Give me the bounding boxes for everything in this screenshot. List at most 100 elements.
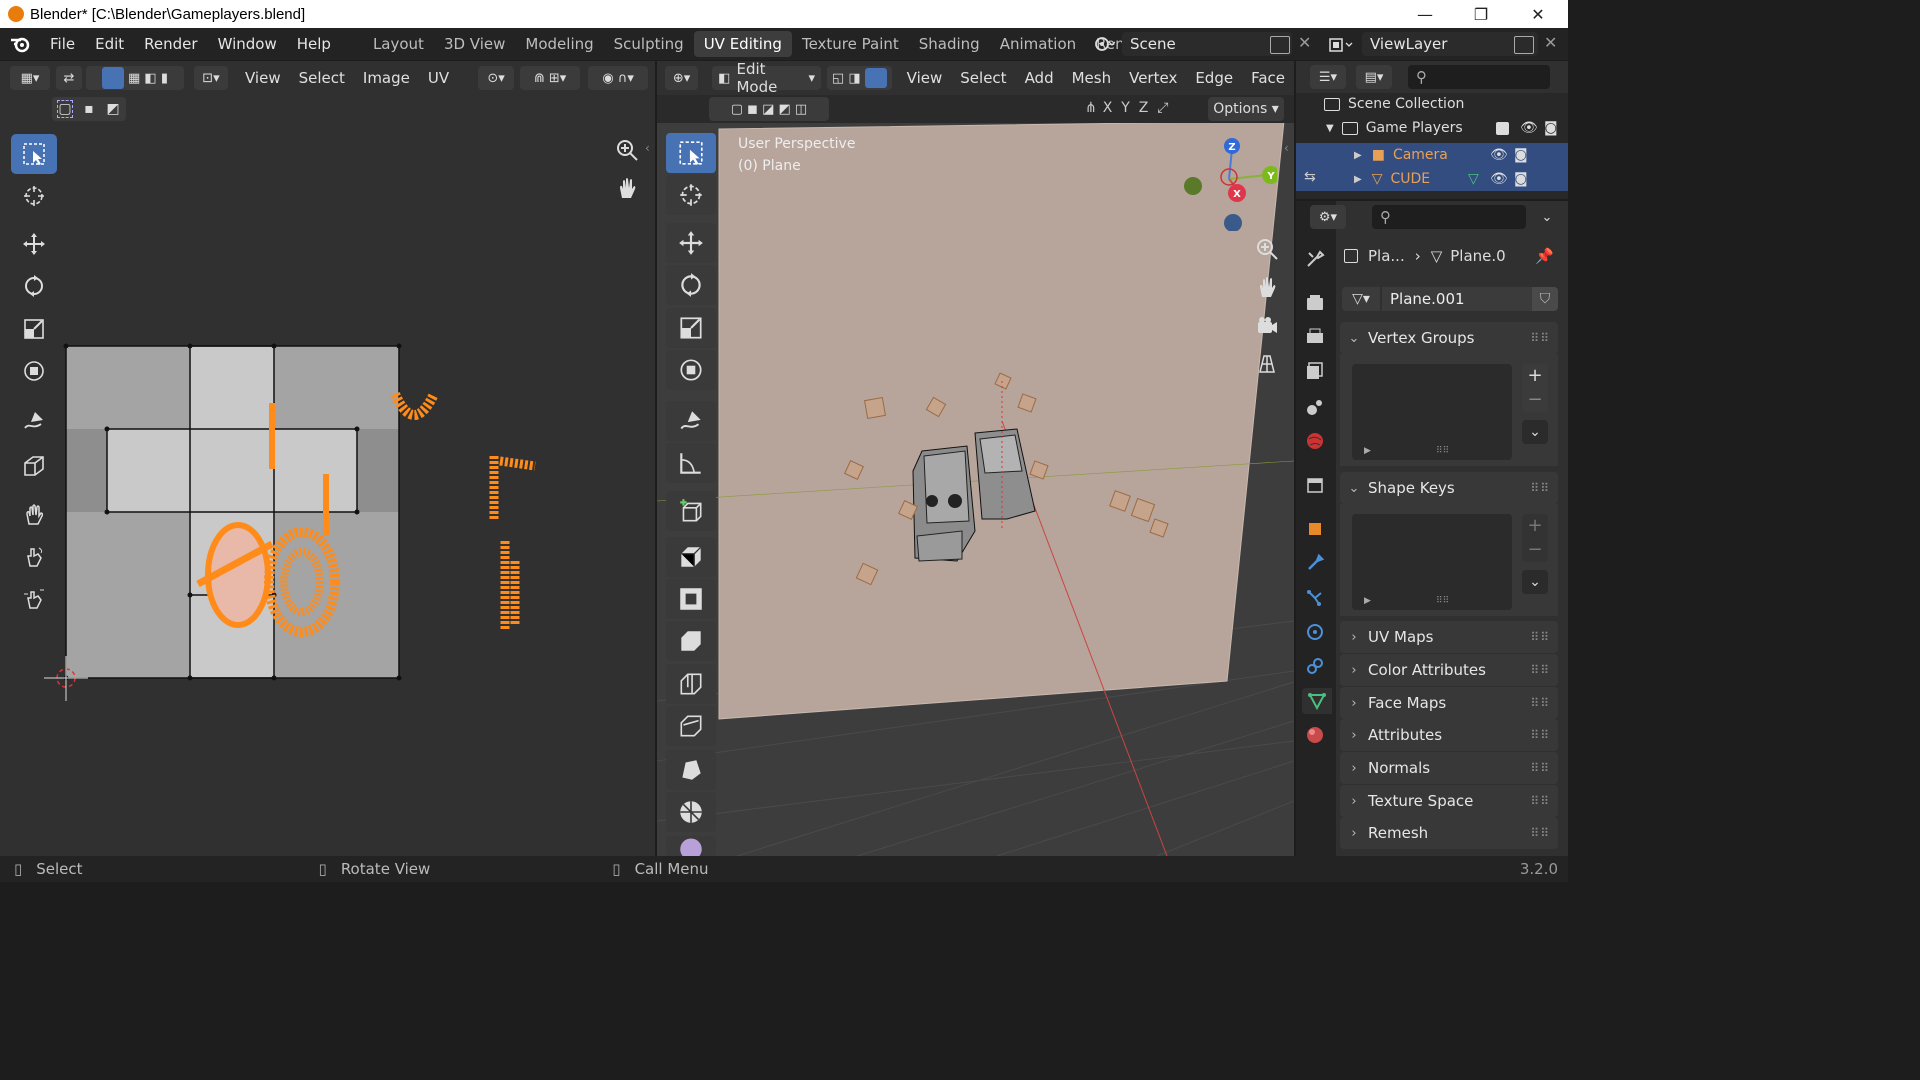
- filter-icon[interactable]: ⇆: [1304, 169, 1316, 185]
- vp-knife-tool[interactable]: [666, 706, 716, 746]
- outliner-row-cude[interactable]: ⇆ ▶ ▽ CUDE ▽ 👁 ◙: [1296, 167, 1568, 191]
- options-dropdown[interactable]: Options ▾: [1208, 97, 1284, 121]
- maximize-button[interactable]: ❐: [1458, 0, 1504, 28]
- modifier-tab-icon[interactable]: [1302, 550, 1328, 576]
- view-layer-name-field[interactable]: ViewLayer: [1362, 32, 1538, 56]
- tool-tab-icon[interactable]: [1302, 246, 1328, 272]
- navigation-gizmo[interactable]: Z Y X: [1177, 131, 1277, 231]
- vp-smooth-tool[interactable]: [666, 836, 716, 856]
- outliner-editor-type-icon[interactable]: ☰▾: [1310, 65, 1346, 89]
- tab-sculpting[interactable]: Sculpting: [604, 31, 694, 57]
- tab-modeling[interactable]: Modeling: [515, 31, 603, 57]
- vp-annotate-tool[interactable]: [666, 401, 716, 441]
- properties-search[interactable]: ⚲: [1372, 205, 1526, 229]
- vp-inset-tool[interactable]: [666, 579, 716, 619]
- vp-measure-tool[interactable]: [666, 443, 716, 483]
- new-view-layer-icon[interactable]: [1514, 36, 1534, 54]
- tab-texture-paint[interactable]: Texture Paint: [792, 31, 909, 57]
- drag-grip-icon[interactable]: ⠿⠿: [1530, 663, 1550, 677]
- menu-render[interactable]: Render: [134, 28, 207, 60]
- mesh-select-mode-icons[interactable]: ◱ ◨: [827, 66, 892, 90]
- visibility-eye-icon[interactable]: 👁: [1520, 120, 1538, 136]
- visibility-eye-icon[interactable]: 👁: [1490, 171, 1508, 187]
- constraints-tab-icon[interactable]: [1302, 653, 1328, 679]
- viewport-menu-vertex[interactable]: Vertex: [1120, 69, 1186, 87]
- viewport-menu-face[interactable]: Face: [1242, 69, 1294, 87]
- shape-keys-list[interactable]: ▶ ⠿⠿: [1352, 514, 1512, 610]
- checkbox-icon[interactable]: [1496, 121, 1509, 135]
- tab-3d-view[interactable]: 3D View: [434, 31, 515, 57]
- minimize-button[interactable]: —: [1402, 0, 1448, 28]
- outliner-search[interactable]: ⚲: [1408, 65, 1550, 89]
- 3d-viewport[interactable]: ⊕▾ ◧ Edit Mode ▾ ◱ ◨ View Select Add Mesh …: [657, 61, 1294, 856]
- vertex-groups-list[interactable]: ▶ ⠿⠿: [1352, 364, 1512, 460]
- blender-menu-icon[interactable]: [0, 35, 40, 53]
- vp-loop-cut-tool[interactable]: [666, 664, 716, 704]
- panel-remesh[interactable]: › Remesh ⠿⠿: [1340, 817, 1558, 849]
- view-layer-tab-icon[interactable]: [1302, 358, 1328, 384]
- panel-vertex-groups[interactable]: ⌄ Vertex Groups ⠿⠿: [1340, 322, 1558, 354]
- axis-y-toggle[interactable]: Y: [1121, 100, 1130, 116]
- drag-grip-icon[interactable]: ⠿⠿: [1530, 794, 1550, 808]
- list-resize-grip-icon[interactable]: ⠿⠿: [1436, 596, 1449, 606]
- scene-name-field[interactable]: Scene: [1122, 32, 1292, 56]
- properties-options-icon[interactable]: ⌄: [1534, 205, 1560, 229]
- uv-canvas[interactable]: [0, 61, 655, 856]
- remove-vertex-group-icon[interactable]: −: [1522, 388, 1548, 412]
- delete-view-layer-icon[interactable]: ✕: [1544, 33, 1557, 52]
- vp-add-cube-tool[interactable]: [666, 491, 716, 531]
- pin-icon[interactable]: 📌: [1535, 247, 1554, 265]
- remove-shape-key-icon[interactable]: −: [1522, 538, 1548, 562]
- material-tab-icon[interactable]: [1302, 722, 1328, 748]
- collection-tab-icon[interactable]: [1302, 472, 1328, 498]
- axis-z-toggle[interactable]: Z: [1139, 100, 1149, 116]
- vp-pan-icon[interactable]: [1251, 271, 1283, 303]
- expand-icon[interactable]: ▶: [1354, 174, 1362, 185]
- world-tab-icon[interactable]: [1302, 428, 1328, 454]
- box-select-mode-icons[interactable]: ▢ ◼ ◪ ◩ ◫: [709, 97, 829, 121]
- menu-help[interactable]: Help: [287, 28, 341, 60]
- menu-edit[interactable]: Edit: [85, 28, 134, 60]
- fake-user-shield-icon[interactable]: ⛉: [1532, 287, 1558, 311]
- vertex-group-specials-icon[interactable]: ⌄: [1522, 420, 1548, 444]
- viewport-menu-view[interactable]: View: [898, 69, 952, 87]
- tab-shading[interactable]: Shading: [909, 31, 990, 57]
- vp-transform-tool[interactable]: [666, 350, 716, 390]
- object-tab-icon[interactable]: [1302, 516, 1328, 542]
- display-mode-icon[interactable]: ▤▾: [1356, 65, 1392, 89]
- panel-uv-maps[interactable]: › UV Maps ⠿⠿: [1340, 621, 1558, 653]
- tab-uv-editing[interactable]: UV Editing: [693, 31, 792, 57]
- mesh-name-field[interactable]: Plane.001: [1382, 287, 1532, 311]
- delete-scene-icon[interactable]: ✕: [1298, 33, 1311, 52]
- expand-icon[interactable]: ▶: [1354, 150, 1362, 161]
- vp-bevel-tool[interactable]: [666, 621, 716, 661]
- vp-select-box-tool[interactable]: [666, 133, 716, 173]
- output-tab-icon[interactable]: [1302, 324, 1328, 350]
- menu-file[interactable]: File: [40, 28, 85, 60]
- gizmo-neg-y[interactable]: [1184, 177, 1202, 195]
- mirror-axes[interactable]: ⋔ X Y Z ⤢: [1085, 100, 1168, 116]
- list-resize-grip-icon[interactable]: ⠿⠿: [1436, 446, 1449, 456]
- list-expand-icon[interactable]: ▶: [1364, 596, 1371, 606]
- drag-grip-icon[interactable]: ⠿⠿: [1530, 728, 1550, 742]
- outliner[interactable]: ☰▾ ▤▾ ⚲ Scene Collection ▼ Game Players …: [1296, 61, 1568, 199]
- uv-editor[interactable]: ▦▾ ⇄ ▦ ◧ ▮ ⊡▾ View Select Image UV ⊙▾ ⋒ …: [0, 61, 655, 856]
- expand-icon[interactable]: ▼: [1326, 123, 1334, 134]
- mesh-data-tab-icon[interactable]: [1302, 688, 1332, 714]
- vp-move-tool[interactable]: [666, 223, 716, 263]
- panel-attributes[interactable]: › Attributes ⠿⠿: [1340, 719, 1558, 751]
- axis-x-toggle[interactable]: X: [1103, 100, 1113, 116]
- vp-collapse-arrow-icon[interactable]: ‹: [1284, 141, 1289, 155]
- vp-scale-tool[interactable]: [666, 308, 716, 348]
- mesh-browse-icon[interactable]: ▽▾: [1342, 287, 1380, 311]
- gizmo-neg-z[interactable]: [1224, 214, 1242, 231]
- editor-type-3d-icon[interactable]: ⊕▾: [665, 66, 699, 90]
- render-camera-icon[interactable]: ◙: [1544, 120, 1558, 136]
- vp-poly-build-tool[interactable]: [666, 750, 716, 790]
- scene-icon[interactable]: [1088, 32, 1120, 56]
- viewport-menu-add[interactable]: Add: [1016, 69, 1063, 87]
- render-camera-icon[interactable]: ◙: [1514, 147, 1528, 163]
- viewport-menu-mesh[interactable]: Mesh: [1063, 69, 1121, 87]
- view-layer-icon[interactable]: [1328, 36, 1358, 54]
- list-expand-icon[interactable]: ▶: [1364, 446, 1371, 456]
